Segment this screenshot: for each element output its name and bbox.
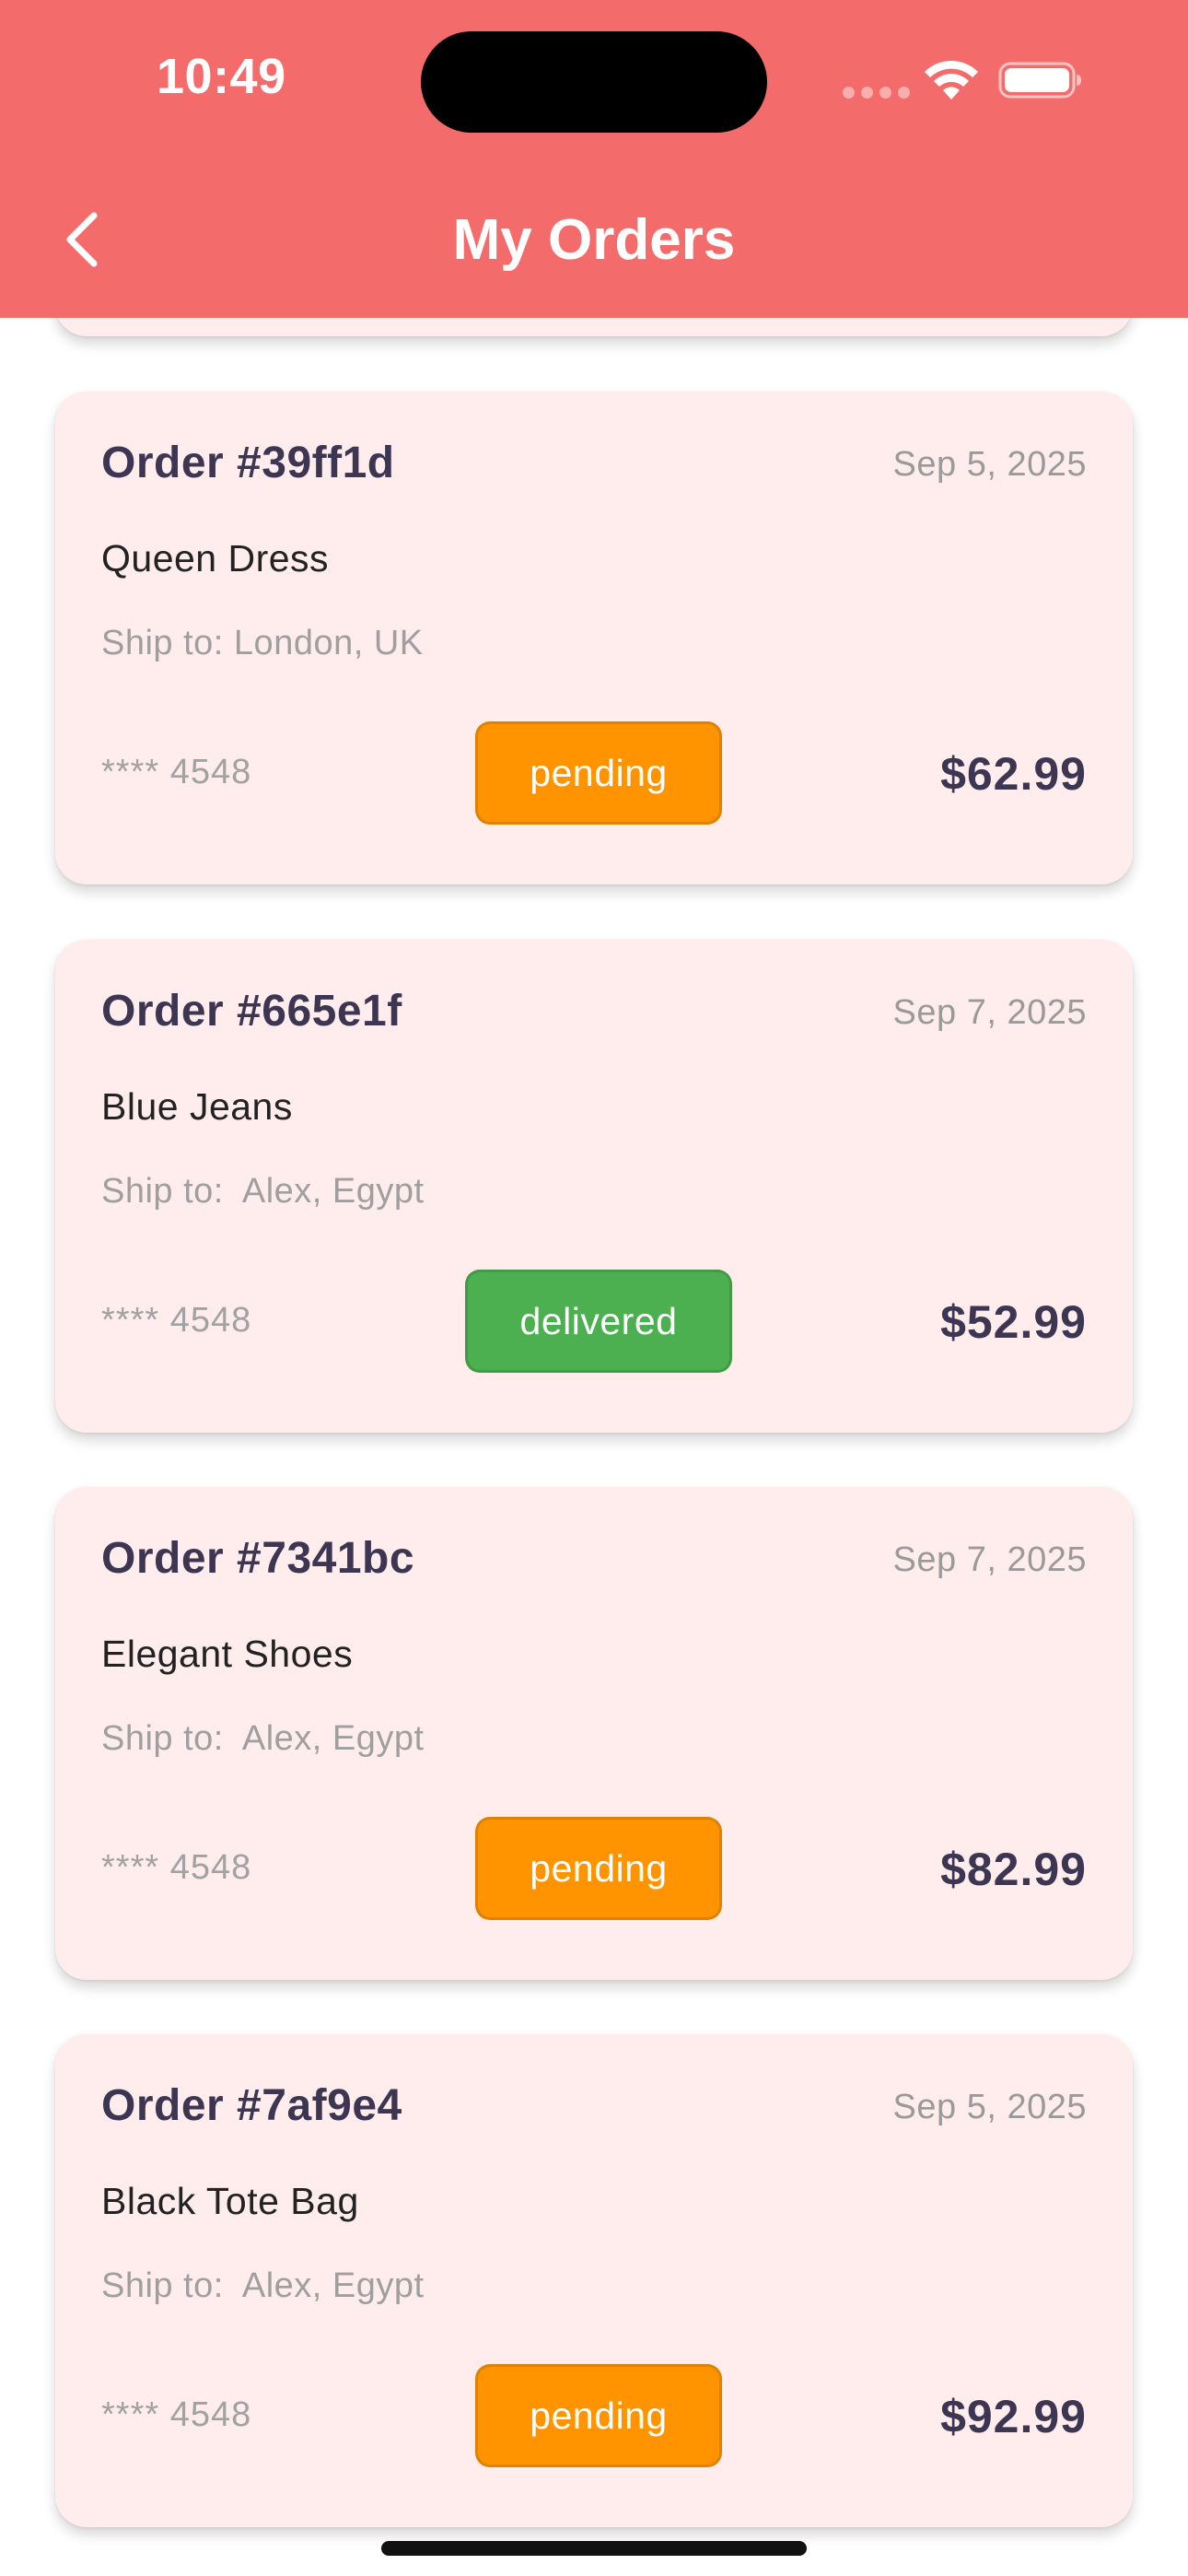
product-name: Elegant Shoes	[101, 1633, 354, 1675]
status-badge: pending	[475, 2364, 722, 2467]
wifi-icon	[925, 60, 978, 100]
order-total: $62.99	[940, 748, 1087, 800]
payment-card-number: **** 4548	[101, 1301, 252, 1340]
ship-to-address: Ship to: London, UK	[101, 624, 424, 662]
ship-to-address: Ship to: Alex, Egypt	[101, 1719, 425, 1758]
status-badge: pending	[475, 721, 722, 825]
order-date: Sep 5, 2025	[892, 2088, 1087, 2126]
order-total: $92.99	[940, 2391, 1087, 2442]
payment-card-number: **** 4548	[101, 753, 252, 791]
dynamic-island	[421, 31, 767, 133]
order-date: Sep 5, 2025	[892, 445, 1087, 484]
home-indicator[interactable]	[381, 2541, 807, 2556]
order-total: $82.99	[940, 1844, 1087, 1895]
order-id: Order #665e1f	[101, 987, 402, 1036]
order-id: Order #7af9e4	[101, 2081, 402, 2130]
order-card[interactable]: Order #7af9e4 Sep 5, 2025 Black Tote Bag…	[55, 2034, 1133, 2527]
order-total: $52.99	[940, 1296, 1087, 1348]
battery-icon	[998, 62, 1081, 99]
product-name: Blue Jeans	[101, 1085, 293, 1128]
order-date: Sep 7, 2025	[892, 993, 1087, 1032]
order-card[interactable]: Order #665e1f Sep 7, 2025 Blue Jeans Shi…	[55, 940, 1133, 1433]
status-badge: pending	[475, 1817, 722, 1920]
order-id: Order #7341bc	[101, 1534, 415, 1583]
order-card[interactable]: Order #39ff1d Sep 5, 2025 Queen Dress Sh…	[55, 392, 1133, 884]
product-name: Queen Dress	[101, 537, 330, 580]
product-name: Black Tote Bag	[101, 2180, 359, 2222]
ship-to-address: Ship to: Alex, Egypt	[101, 2266, 425, 2305]
status-badge: delivered	[465, 1270, 732, 1373]
order-date: Sep 7, 2025	[892, 1540, 1087, 1579]
payment-card-number: **** 4548	[101, 1848, 252, 1887]
order-card[interactable]: Order #7341bc Sep 7, 2025 Elegant Shoes …	[55, 1487, 1133, 1980]
cellular-signal-icon	[843, 87, 910, 99]
page-title: My Orders	[452, 208, 736, 272]
app-header: 10:49 My Orders	[0, 0, 1188, 318]
ship-to-address: Ship to: Alex, Egypt	[101, 1172, 425, 1211]
order-id: Order #39ff1d	[101, 439, 395, 487]
payment-card-number: **** 4548	[101, 2395, 252, 2434]
status-bar-time: 10:49	[157, 49, 286, 104]
orders-screen: Order #39ff1d Sep 5, 2025 Queen Dress Sh…	[0, 0, 1188, 2576]
